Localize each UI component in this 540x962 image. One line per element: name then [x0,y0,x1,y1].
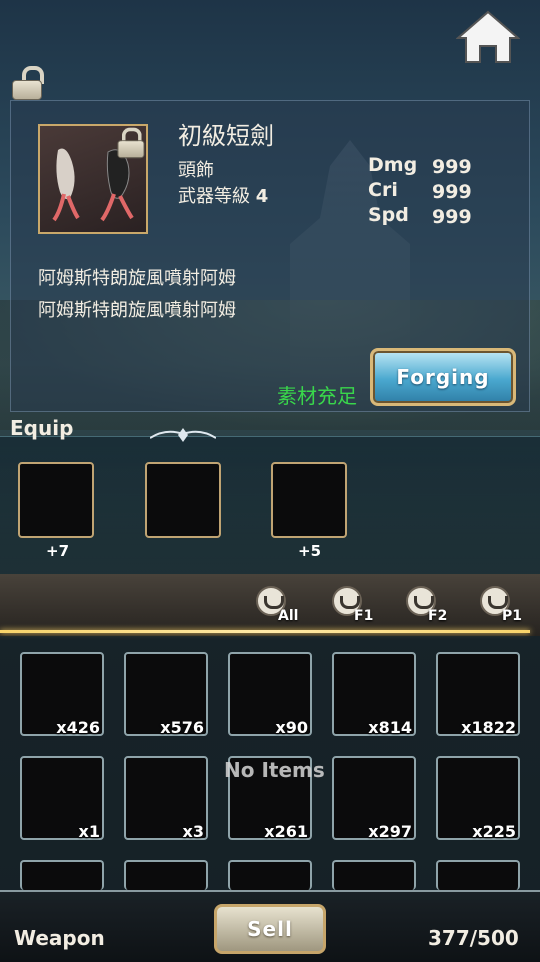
inventory-slot[interactable] [436,860,520,890]
stat-label-spd: Spd [368,204,409,226]
stat-label-cri: Cri [368,179,398,201]
filter-divider [0,630,530,633]
stat-label-dmg: Dmg [368,154,418,176]
inventory-count: x297 [368,822,412,841]
equip-slot-2[interactable] [145,462,221,538]
unlock-icon-body [12,80,42,100]
equip-slot-3[interactable] [271,462,347,538]
equip-slot-1-label: +7 [46,542,70,560]
filter-label: F2 [428,608,448,624]
inventory-count: x261 [264,822,308,841]
inventory-count: x426 [56,718,100,737]
equip-slot-3-label: +5 [298,542,322,560]
filter-label: All [278,608,299,624]
item-description-2: 阿姆斯特朗旋風噴射阿姆 [38,300,236,321]
no-items-text: No Items [224,758,325,782]
inventory-slot[interactable] [124,860,208,890]
stat-value-spd: 999 [432,206,472,228]
filter-label: F1 [354,608,374,624]
item-level: 武器等級 4 [178,182,268,208]
inventory-slot[interactable] [332,860,416,890]
stat-value-cri: 999 [432,181,472,203]
inventory-count: x1 [78,822,100,841]
inventory-slot[interactable] [20,860,104,890]
inventory-count: x225 [472,822,516,841]
inventory-capacity: 377/500 [428,926,519,950]
item-level-label: 武器等級 [178,186,250,207]
inventory-count: x1822 [461,718,516,737]
ornament-icon [150,428,216,442]
stat-value-dmg: 999 [432,156,472,178]
forging-button[interactable]: Forging [370,348,516,406]
sell-button[interactable]: Sell [214,904,326,954]
inventory-slot[interactable] [228,860,312,890]
category-label: Weapon [14,926,105,950]
material-status: 素材充足 [277,384,357,408]
item-name: 初級短劍 [178,122,274,150]
inventory-count: x90 [275,718,308,737]
equip-slot-1[interactable] [18,462,94,538]
item-type: 頭飾 [178,160,214,181]
inventory-count: x3 [182,822,204,841]
equip-title: Equip [10,416,74,440]
lock-icon-body [117,140,145,159]
inventory-count: x576 [160,718,204,737]
lock-icon[interactable] [116,127,145,159]
filter-label: P1 [502,608,523,624]
item-description-1: 阿姆斯特朗旋風噴射阿姆 [38,268,236,289]
home-button[interactable] [455,10,521,64]
home-icon [455,10,521,63]
unlock-icon[interactable] [10,66,44,100]
inventory-count: x814 [368,718,412,737]
item-level-value: 4 [255,186,269,207]
